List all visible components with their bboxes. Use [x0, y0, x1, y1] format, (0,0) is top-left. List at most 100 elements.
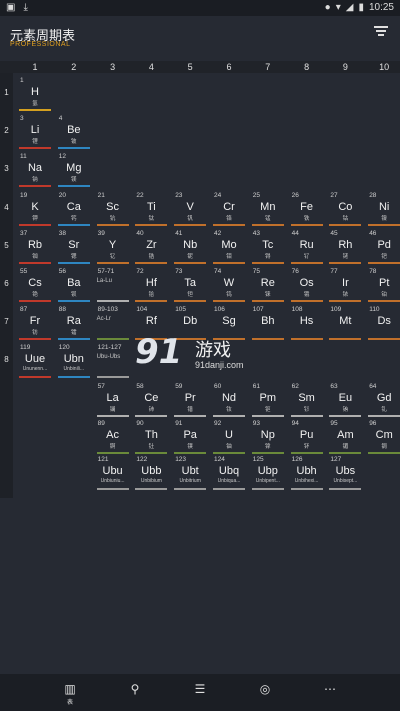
element-number: 106 — [214, 306, 225, 314]
category-bar — [213, 300, 245, 302]
element-cell[interactable]: 78 Pt 铂 — [366, 267, 400, 303]
element-cell[interactable]: 74 W 钨 — [211, 267, 247, 303]
category-bar — [174, 261, 207, 264]
element-cell[interactable]: 89 Ac 锕 — [95, 419, 131, 455]
element-cell[interactable]: 121 Ubu Unbiuniu... — [95, 455, 131, 491]
nav-button-list[interactable]: ☰ — [190, 682, 210, 702]
element-symbol: Ubq — [218, 465, 240, 477]
element-cell[interactable]: 95 Am 镅 — [327, 419, 363, 455]
element-cell[interactable]: 63 Eu 铕 — [327, 382, 363, 418]
element-name: 钙 — [71, 215, 77, 222]
element-cell[interactable]: 12 Mg 镁 — [56, 152, 92, 188]
element-cell[interactable]: 28 Ni 镍 — [366, 191, 400, 227]
filter-icon[interactable] — [374, 26, 388, 38]
element-cell[interactable]: 4 Be 铍 — [56, 114, 92, 150]
element-number: 59 — [175, 383, 183, 390]
element-cell[interactable]: 110 Ds — [366, 305, 400, 341]
element-cell[interactable]: 64 Gd 钆 — [366, 382, 400, 418]
element-cell[interactable]: 73 Ta 钽 — [172, 267, 208, 303]
element-cell[interactable]: 120 Ubn Unbinili... — [56, 343, 92, 379]
element-symbol: Cs — [28, 277, 42, 289]
element-name: 镧 — [109, 407, 116, 413]
nav-button-more[interactable]: ⋯ — [320, 682, 340, 702]
status-bar: ▣ ⤓ ● ▾ ◢ ▮ 10:25 — [0, 0, 400, 16]
element-cell[interactable]: 59 Pr 镨 — [172, 382, 208, 418]
element-name: 锆 — [148, 253, 155, 260]
element-cell[interactable]: 38 Sr 锶 — [56, 229, 92, 265]
element-cell[interactable]: 91 Pa 镤 — [172, 419, 208, 455]
element-name: 锂 — [32, 139, 38, 146]
element-cell[interactable]: 96 Cm 锔 — [366, 419, 400, 455]
element-cell[interactable]: 56 Ba 钡 — [56, 267, 92, 303]
element-cell[interactable]: 11 Na 钠 — [17, 152, 53, 188]
element-cell[interactable]: 88 Ra 镭 — [56, 305, 92, 341]
element-cell[interactable]: 93 Np 镎 — [250, 419, 286, 455]
element-cell[interactable]: 43 Tc 锝 — [250, 229, 286, 265]
element-cell[interactable]: 41 Nb 铌 — [172, 229, 208, 265]
element-symbol: Co — [338, 200, 353, 213]
element-cell[interactable]: 1H氢 — [17, 76, 53, 112]
element-cell[interactable]: 40 Zr 锆 — [133, 229, 169, 265]
element-cell[interactable]: 72 Hf 铪 — [133, 267, 169, 303]
element-cell[interactable]: 75 Re 铼 — [250, 267, 286, 303]
element-cell[interactable]: 24 Cr 铬 — [211, 191, 247, 227]
element-cell[interactable]: 27 Co 钴 — [327, 191, 363, 227]
element-name: 锰 — [265, 215, 271, 222]
element-number: 38 — [58, 229, 67, 237]
element-symbol: Pt — [378, 277, 390, 289]
element-cell[interactable]: 121-127 Ubu-Ubs — [95, 343, 131, 379]
element-cell[interactable]: 89-103 Ac-Lr — [95, 305, 131, 341]
element-cell[interactable]: 90 Th 钍 — [133, 419, 169, 455]
element-cell[interactable]: 122 Ubb Unbibium — [133, 455, 169, 491]
element-cell[interactable]: 46 Pd 钯 — [366, 229, 400, 265]
element-cell[interactable]: 20 Ca 钙 — [56, 191, 92, 227]
element-number: 63 — [330, 383, 338, 390]
nav-button-search[interactable]: ⚲ — [125, 682, 145, 702]
element-name: 铬 — [226, 215, 232, 222]
element-cell[interactable]: 109 Mt — [327, 305, 363, 341]
element-number: 58 — [136, 383, 144, 390]
element-cell[interactable]: 61 Pm 钷 — [250, 382, 286, 418]
element-cell[interactable]: 60 Nd 钕 — [211, 382, 247, 418]
element-cell[interactable]: 21 Sc 钪 — [95, 191, 131, 227]
element-cell[interactable]: 37 Rb 铷 — [17, 229, 53, 265]
element-cell[interactable]: 127 Ubs Unbisept... — [327, 455, 363, 491]
element-cell[interactable]: 124 Ubq Unbiqua... — [211, 455, 247, 491]
element-cell[interactable]: 126 Ubh Unbihexi... — [289, 455, 325, 491]
element-cell[interactable]: 3 Li 锂 — [17, 114, 53, 150]
element-cell[interactable]: 44 Ru 钌 — [289, 229, 325, 265]
element-cell[interactable]: 108 Hs — [289, 305, 325, 341]
element-cell[interactable]: 125 Ubp Unbipent... — [250, 455, 286, 491]
element-cell[interactable]: 45 Rh 铑 — [327, 229, 363, 265]
element-number: 57 — [97, 383, 105, 390]
element-cell[interactable]: 57 La 镧 — [95, 382, 131, 418]
element-cell[interactable]: 19 K 钾 — [17, 191, 53, 227]
element-cell[interactable]: 22 Ti 钛 — [133, 191, 169, 227]
element-cell[interactable]: 77 Ir 铱 — [327, 267, 363, 303]
element-symbol: Ubp — [257, 465, 278, 477]
element-name: 铕 — [342, 407, 349, 413]
element-cell[interactable]: 26 Fe 铁 — [289, 191, 325, 227]
element-cell[interactable]: 76 Os 锇 — [289, 267, 325, 303]
element-cell[interactable]: 23 V 钒 — [172, 191, 208, 227]
element-cell[interactable]: 123 Ubt Unbitrium — [172, 455, 208, 491]
element-cell[interactable]: 94 Pu 钚 — [289, 419, 325, 455]
element-cell[interactable]: 57-71 La-Lu — [95, 267, 131, 303]
element-number: 44 — [291, 229, 299, 237]
element-symbol: Gd — [376, 392, 392, 404]
nav-button-atom[interactable]: ◎ — [255, 682, 275, 702]
element-cell[interactable]: 119 Uue Ununenn... — [17, 343, 53, 379]
category-bar — [368, 415, 400, 417]
element-name: 钇 — [109, 253, 116, 260]
element-cell[interactable]: 42 Mo 钼 — [211, 229, 247, 265]
element-cell[interactable]: 39 Y 钇 — [95, 229, 131, 265]
element-cell[interactable]: 87 Fr 钫 — [17, 305, 53, 341]
element-cell[interactable]: 55 Cs 铯 — [17, 267, 53, 303]
element-cell[interactable]: 25 Mn 锰 — [250, 191, 286, 227]
row-number: 4 — [4, 202, 9, 212]
nav-button-table[interactable]: ▥ 表 — [60, 682, 80, 706]
element-cell[interactable]: 62 Sm 钐 — [289, 382, 325, 418]
element-name: 钯 — [381, 253, 387, 260]
element-cell[interactable]: 58 Ce 铈 — [133, 382, 169, 418]
element-cell[interactable]: 92 U 铀 — [211, 419, 247, 455]
